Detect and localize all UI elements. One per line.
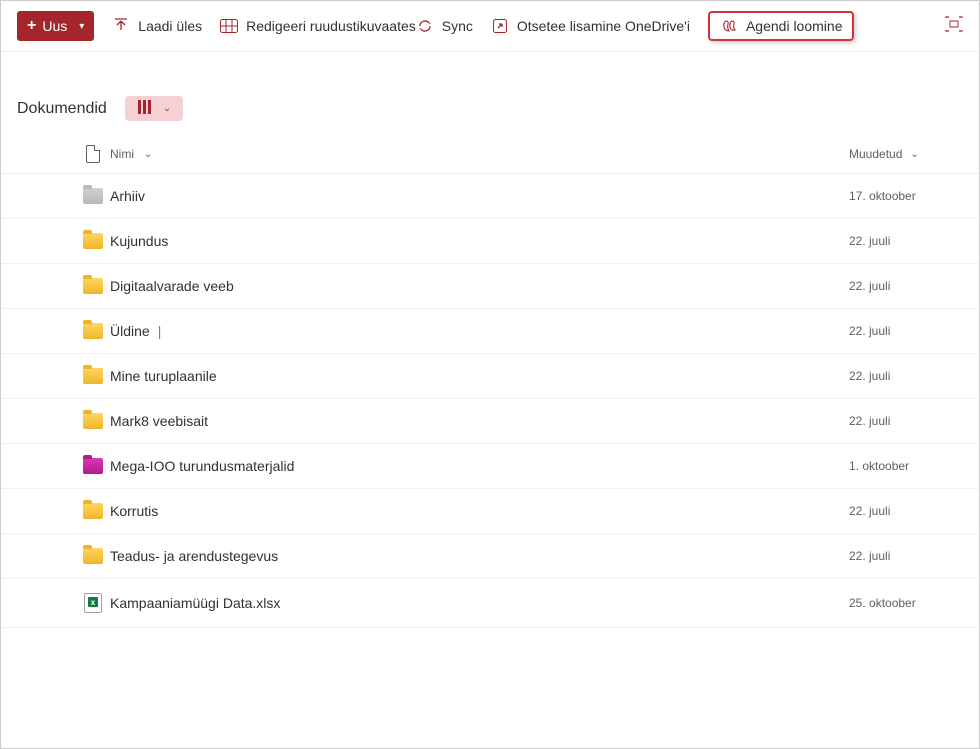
create-agent-button[interactable]: Agendi loomine xyxy=(708,11,855,41)
shortcut-label: Otsetee lisamine OneDrive'i xyxy=(517,18,690,34)
item-name-label: Kampaaniamüügi Data.xlsx xyxy=(110,595,280,611)
list-view-icon xyxy=(137,100,153,117)
item-name[interactable]: Digitaalvarade veeb xyxy=(110,278,849,294)
item-name-label: Üldine xyxy=(110,323,150,339)
upload-label: Laadi üles xyxy=(138,18,202,34)
cursor-caret: | xyxy=(158,323,162,339)
agent-label: Agendi loomine xyxy=(746,18,843,34)
modified-column-header[interactable]: Muudetud ⌄ xyxy=(849,147,959,161)
list-item[interactable]: Digitaalvarade veeb 22. juuli xyxy=(1,264,979,309)
add-shortcut-button[interactable]: Otsetee lisamine OneDrive'i xyxy=(491,17,690,35)
new-button-label: Uus xyxy=(42,18,67,34)
item-modified: 22. juuli xyxy=(849,504,959,518)
folder-icon xyxy=(83,458,103,474)
chevron-down-icon: ⌄ xyxy=(163,103,171,114)
item-name-label: Digitaalvarade veeb xyxy=(110,278,234,294)
item-icon-cell xyxy=(76,548,110,564)
folder-icon xyxy=(83,278,103,294)
item-icon-cell xyxy=(76,188,110,204)
item-icon-cell xyxy=(76,458,110,474)
plus-icon: + xyxy=(27,17,36,35)
page-title: Dokumendid xyxy=(17,100,107,118)
item-icon-cell xyxy=(76,323,110,339)
grid-icon xyxy=(220,17,238,35)
folder-icon xyxy=(83,323,103,339)
item-name-label: Korrutis xyxy=(110,503,158,519)
list-item[interactable]: Kujundus 22. juuli xyxy=(1,219,979,264)
item-name[interactable]: Mark8 veebisait xyxy=(110,413,849,429)
chevron-down-icon: ⌄ xyxy=(144,149,152,160)
list-item[interactable]: Kampaaniamüügi Data.xlsx 25. oktoober xyxy=(1,579,979,628)
page-header: Dokumendid ⌄ xyxy=(1,52,979,135)
item-name-label: Mine turuplaanile xyxy=(110,368,217,384)
item-icon-cell xyxy=(76,278,110,294)
name-column-label: Nimi xyxy=(110,147,134,161)
type-column-header[interactable] xyxy=(76,145,110,163)
upload-icon xyxy=(112,17,130,35)
item-modified: 22. juuli xyxy=(849,234,959,248)
item-name[interactable]: Korrutis xyxy=(110,503,849,519)
item-modified: 22. juuli xyxy=(849,324,959,338)
file-list: Arhiiv17. oktooberKujundus22. juuliDigit… xyxy=(1,174,979,628)
item-name[interactable]: Mine turuplaanile xyxy=(110,368,849,384)
item-modified: 25. oktoober xyxy=(849,596,959,610)
item-icon-cell xyxy=(76,413,110,429)
modified-column-label: Muudetud xyxy=(849,147,902,161)
folder-icon xyxy=(83,233,103,249)
folder-icon xyxy=(83,368,103,384)
sync-label: Sync xyxy=(442,18,473,34)
item-name[interactable]: Arhiiv xyxy=(110,188,849,204)
new-button[interactable]: + Uus ▾ xyxy=(17,11,94,41)
chevron-down-icon: ▾ xyxy=(79,21,84,32)
item-modified: 1. oktoober xyxy=(849,459,959,473)
item-modified: 17. oktoober xyxy=(849,189,959,203)
column-headers: Nimi ⌄ Muudetud ⌄ xyxy=(1,135,979,174)
item-name-label: Teadus- ja arendustegevus xyxy=(110,548,278,564)
folder-icon xyxy=(83,188,103,204)
folder-icon xyxy=(83,413,103,429)
item-modified: 22. juuli xyxy=(849,369,959,383)
document-icon xyxy=(86,145,100,163)
chevron-down-icon: ⌄ xyxy=(910,149,918,160)
item-name[interactable]: Teadus- ja arendustegevus xyxy=(110,548,849,564)
item-name-label: Mega-IOO turundusmaterjalid xyxy=(110,458,294,474)
item-name[interactable]: Kampaaniamüügi Data.xlsx xyxy=(110,595,849,611)
folder-icon xyxy=(83,503,103,519)
sync-icon xyxy=(416,17,434,35)
folder-icon xyxy=(83,548,103,564)
list-item[interactable]: Teadus- ja arendustegevus 22. juuli xyxy=(1,534,979,579)
item-name[interactable]: Mega-IOO turundusmaterjalid xyxy=(110,458,849,474)
copilot-icon xyxy=(720,17,738,35)
sync-button[interactable]: Sync xyxy=(416,17,473,35)
shortcut-icon xyxy=(491,17,509,35)
name-column-header[interactable]: Nimi ⌄ xyxy=(110,147,849,161)
item-name[interactable]: Kujundus xyxy=(110,233,849,249)
item-icon-cell xyxy=(76,368,110,384)
command-bar: + Uus ▾ Laadi üles Redigeeri ruudustikuv… xyxy=(1,1,979,52)
view-switcher[interactable]: ⌄ xyxy=(125,96,183,121)
item-modified: 22. juuli xyxy=(849,549,959,563)
list-item[interactable]: Üldine | 22. juuli xyxy=(1,309,979,354)
item-name[interactable]: Üldine | xyxy=(110,323,849,339)
list-item[interactable]: Korrutis 22. juuli xyxy=(1,489,979,534)
item-name-label: Mark8 veebisait xyxy=(110,413,208,429)
upload-button[interactable]: Laadi üles xyxy=(112,17,202,35)
item-icon-cell xyxy=(76,593,110,613)
list-item[interactable]: Mine turuplaanile 22. juuli xyxy=(1,354,979,399)
item-name-label: Arhiiv xyxy=(110,188,145,204)
list-item[interactable]: Mark8 veebisait 22. juuli xyxy=(1,399,979,444)
automate-icon[interactable] xyxy=(945,16,963,37)
item-icon-cell xyxy=(76,503,110,519)
edit-grid-button[interactable]: Redigeeri ruudustikuvaates xyxy=(220,17,416,35)
item-modified: 22. juuli xyxy=(849,414,959,428)
list-item[interactable]: Mega-IOO turundusmaterjalid 1. oktoober xyxy=(1,444,979,489)
item-name-label: Kujundus xyxy=(110,233,168,249)
item-icon-cell xyxy=(76,233,110,249)
list-item[interactable]: Arhiiv 17. oktoober xyxy=(1,174,979,219)
grid-label: Redigeeri ruudustikuvaates xyxy=(246,18,416,34)
item-modified: 22. juuli xyxy=(849,279,959,293)
excel-icon xyxy=(84,593,102,613)
